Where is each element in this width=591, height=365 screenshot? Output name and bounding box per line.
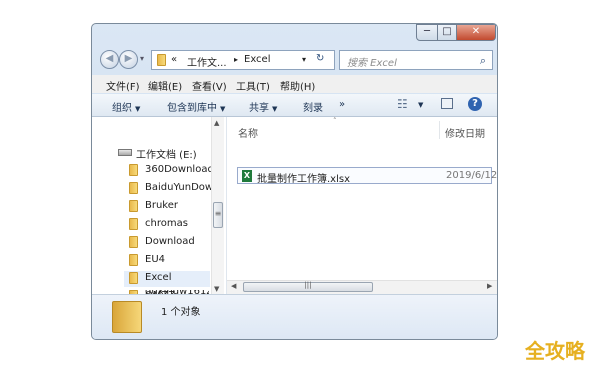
sidebar-item-baiduyundow[interactable]: BaiduYunDow xyxy=(129,181,213,197)
navigation-pane: 工作文档 (E:) 360Download BaiduYunDow Bruker… xyxy=(92,117,227,302)
scroll-thumb[interactable]: ≡ xyxy=(213,202,223,228)
view-options-icon[interactable]: ☷ xyxy=(397,97,408,111)
address-dropdown-icon[interactable]: ▾ xyxy=(302,55,306,64)
sidebar-item-label: Download xyxy=(145,236,195,247)
sidebar-item-download[interactable]: Download xyxy=(129,235,209,251)
preview-pane-icon[interactable] xyxy=(441,98,453,109)
folder-icon xyxy=(129,236,138,248)
item-count: 1 个对象 xyxy=(161,307,201,318)
excel-file-icon: X xyxy=(242,170,252,182)
address-chevron[interactable]: « xyxy=(171,54,177,65)
maximize-icon: □ xyxy=(442,26,452,37)
sidebar-item-chromas[interactable]: chromas xyxy=(129,217,209,233)
sidebar-item-bruker[interactable]: Bruker xyxy=(129,199,209,215)
explorer-window: ─ □ ✕ ◀ ▶ ▾ « 工作文... ▸ Excel ▾ ↻ 搜索 Exce… xyxy=(91,23,498,340)
close-button[interactable]: ✕ xyxy=(456,24,496,41)
share-button[interactable]: 共享 ▼ xyxy=(249,99,277,114)
organize-button[interactable]: 组织 ▼ xyxy=(112,99,140,114)
dropdown-arrow-icon: ▼ xyxy=(220,105,226,113)
include-library-label: 包含到库中 xyxy=(167,103,217,114)
dropdown-arrow-icon: ▼ xyxy=(272,105,278,113)
scroll-up-icon[interactable]: ▲ xyxy=(214,119,219,127)
sidebar-item-label: BaiduYunDow xyxy=(145,182,214,193)
watermark-logo: 全攻略 xyxy=(525,339,585,363)
dropdown-arrow-icon: ▼ xyxy=(135,105,141,113)
menu-help[interactable]: 帮助(H) xyxy=(280,78,315,93)
refresh-icon[interactable]: ↻ xyxy=(316,53,324,64)
menu-edit[interactable]: 编辑(E) xyxy=(148,78,182,93)
sidebar-item-label: Excel xyxy=(145,272,172,283)
command-bar: 组织 ▼ 包含到库中 ▼ 共享 ▼ 刻录 » ☷ ▼ ? xyxy=(92,94,497,117)
minimize-icon: ─ xyxy=(423,26,431,37)
scroll-thumb[interactable]: ||| xyxy=(243,281,373,292)
file-list-pane: 名称 ˄ 修改日期 X 批量制作工作簿.xlsx 2019/6/12 xyxy=(227,117,497,297)
scroll-right-icon[interactable]: ▶ xyxy=(487,282,492,290)
search-placeholder: 搜索 Excel xyxy=(347,58,397,69)
burn-button[interactable]: 刻录 xyxy=(303,99,323,114)
breadcrumb-part[interactable]: 工作文... xyxy=(187,54,227,69)
help-icon[interactable]: ? xyxy=(468,97,482,111)
horizontal-scrollbar[interactable]: ◀ ||| ▶ xyxy=(227,280,497,294)
include-library-button[interactable]: 包含到库中 ▼ xyxy=(167,99,225,114)
scroll-left-icon[interactable]: ◀ xyxy=(231,282,236,290)
address-bar[interactable]: « 工作文... ▸ Excel ▾ ↻ xyxy=(151,50,335,70)
sidebar-item-label: 工作文档 (E:) xyxy=(136,150,197,161)
column-header-name[interactable]: 名称 xyxy=(238,125,258,140)
share-label: 共享 xyxy=(249,103,269,114)
scroll-grip-icon: ≡ xyxy=(214,209,222,218)
folder-large-icon xyxy=(112,301,142,333)
menu-bar: 文件(F) 编辑(E) 查看(V) 工具(T) 帮助(H) xyxy=(92,75,497,93)
minimize-button[interactable]: ─ xyxy=(416,24,438,41)
search-input[interactable]: 搜索 Excel ⌕ xyxy=(339,50,493,70)
maximize-button[interactable]: □ xyxy=(437,24,457,41)
more-commands-button[interactable]: » xyxy=(339,99,345,110)
folder-icon xyxy=(129,254,138,266)
file-row[interactable]: X 批量制作工作簿.xlsx 2019/6/12 xyxy=(237,167,497,185)
column-header-modified[interactable]: 修改日期 xyxy=(445,125,485,140)
sidebar-vertical-scrollbar[interactable]: ▲ ≡ ▼ xyxy=(211,117,224,297)
close-icon: ✕ xyxy=(471,26,481,37)
folder-icon xyxy=(129,200,138,212)
scroll-down-icon[interactable]: ▼ xyxy=(214,285,219,293)
sidebar-item-label: EU4 xyxy=(145,254,165,265)
menu-file[interactable]: 文件(F) xyxy=(106,78,140,93)
sidebar-item-label: chromas xyxy=(145,218,188,229)
back-button[interactable]: ◀ xyxy=(100,50,119,69)
sidebar-item-label: 360Download xyxy=(145,164,214,175)
menu-tools[interactable]: 工具(T) xyxy=(236,78,270,93)
sidebar-item-drive[interactable]: 工作文档 (E:) xyxy=(118,145,208,161)
folder-icon xyxy=(157,54,166,66)
sidebar-item-360download[interactable]: 360Download xyxy=(129,163,214,179)
breadcrumb-separator[interactable]: ▸ xyxy=(234,55,238,64)
search-icon[interactable]: ⌕ xyxy=(480,54,486,68)
folder-icon xyxy=(129,164,138,176)
file-name: 批量制作工作簿.xlsx xyxy=(257,174,351,185)
recent-pages-button[interactable]: ▾ xyxy=(140,54,144,63)
back-arrow-icon: ◀ xyxy=(105,53,114,64)
sort-indicator-icon: ˄ xyxy=(333,117,337,125)
sidebar-item-eu4[interactable]: EU4 xyxy=(129,253,209,269)
forward-arrow-icon: ▶ xyxy=(124,53,133,64)
details-pane: 1 个对象 xyxy=(92,294,497,339)
drive-icon xyxy=(118,149,132,156)
view-dropdown-icon[interactable]: ▼ xyxy=(418,101,423,109)
column-divider[interactable] xyxy=(439,121,440,139)
folder-icon xyxy=(129,218,138,230)
file-modified-date: 2019/6/12 xyxy=(446,170,498,181)
sidebar-item-excel[interactable]: Excel xyxy=(124,271,210,287)
sidebar-item-label: Bruker xyxy=(145,200,179,211)
folder-icon xyxy=(129,272,138,284)
menu-view[interactable]: 查看(V) xyxy=(192,78,227,93)
forward-button[interactable]: ▶ xyxy=(119,50,138,69)
breadcrumb-part[interactable]: Excel xyxy=(244,54,271,65)
organize-label: 组织 xyxy=(112,103,132,114)
folder-icon xyxy=(129,182,138,194)
scroll-grip-icon: ||| xyxy=(304,281,312,289)
